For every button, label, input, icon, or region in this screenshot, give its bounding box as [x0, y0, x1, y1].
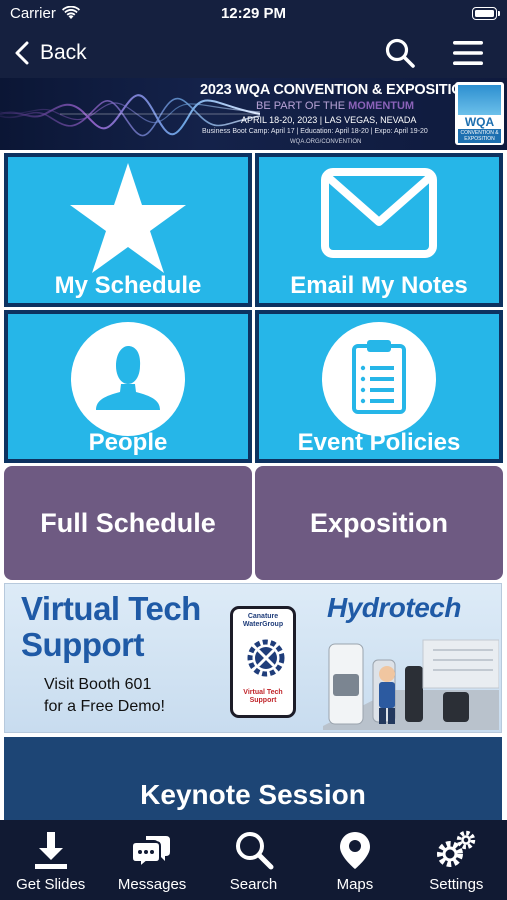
ad-phone-graphic: Canature WaterGroup Virtual Tech Support: [230, 606, 296, 718]
people-icon-circle: [71, 322, 185, 436]
ad-phone-caption: Virtual Tech Support: [243, 689, 283, 704]
banner-tagline-prefix: BE PART OF THE: [256, 100, 349, 112]
envelope-icon: [321, 168, 437, 258]
sponsor-ad-banner[interactable]: Virtual Tech Support Visit Booth 601 for…: [4, 583, 502, 733]
nav-bar: Back: [0, 28, 507, 78]
tab-search-label: Search: [229, 876, 278, 893]
event-policies-tile[interactable]: Event Policies: [255, 310, 503, 463]
wqa-logo-text: WQA: [464, 115, 495, 129]
banner-dates: APRIL 18-20, 2023 | LAS VEGAS, NEVADA: [241, 115, 417, 125]
wqa-logo-subtext: CONVENTION & EXPOSITION: [458, 129, 501, 143]
tab-get-slides[interactable]: Get Slides: [0, 820, 101, 900]
tab-settings[interactable]: Settings: [406, 820, 507, 900]
tab-messages-label: Messages: [117, 876, 187, 893]
banner-tagline: BE PART OF THE MOMENTUM: [256, 100, 414, 112]
ad-brand-logo: Hydrotech: [327, 592, 461, 623]
my-schedule-label: My Schedule: [54, 272, 202, 299]
battery-icon: [472, 7, 500, 20]
bottom-tab-bar: Get Slides Messages Search Maps Settings: [0, 820, 507, 900]
full-schedule-label: Full Schedule: [40, 507, 216, 538]
banner-url: WQA.ORG/CONVENTION: [290, 139, 362, 145]
my-schedule-tile[interactable]: My Schedule: [4, 153, 252, 307]
ad-phone-brand: Canature WaterGroup: [242, 613, 284, 628]
chevron-left-icon: [15, 41, 29, 65]
tab-maps[interactable]: Maps: [304, 820, 405, 900]
wqa-logo-graphic: [458, 85, 501, 115]
banner-schedule: Business Boot Camp: April 17 | Education…: [202, 128, 428, 135]
status-time: 12:29 PM: [220, 5, 287, 22]
ad-title-line1: Virtual Tech: [21, 590, 201, 627]
exposition-tile[interactable]: Exposition: [255, 466, 503, 580]
ad-visit-line1: Visit Booth 601: [44, 676, 152, 693]
search-icon: [235, 832, 274, 870]
convention-banner[interactable]: 2023 WQA CONVENTION & EXPOSITION BE PART…: [0, 78, 507, 150]
download-icon: [34, 832, 67, 869]
tab-get-slides-label: Get Slides: [16, 876, 86, 893]
status-bar: Carrier 12:29 PM: [0, 0, 507, 28]
search-icon[interactable]: [384, 37, 416, 69]
water-equipment-illustration: [323, 639, 499, 730]
back-label: Back: [40, 41, 87, 64]
people-tile[interactable]: People: [4, 310, 252, 463]
people-label: People: [88, 429, 168, 456]
person-icon: [96, 346, 160, 410]
full-schedule-tile[interactable]: Full Schedule: [4, 466, 252, 580]
tab-messages[interactable]: Messages: [101, 820, 202, 900]
banner-title: 2023 WQA CONVENTION & EXPOSITION: [200, 82, 473, 98]
back-button[interactable]: Back: [14, 37, 87, 69]
tab-search[interactable]: Search: [203, 820, 304, 900]
star-icon: [70, 163, 186, 273]
event-policies-label: Event Policies: [297, 429, 461, 456]
email-my-notes-tile[interactable]: Email My Notes: [255, 153, 503, 307]
tab-settings-label: Settings: [429, 876, 484, 893]
tab-maps-label: Maps: [336, 876, 374, 893]
messages-icon: [132, 836, 171, 870]
exposition-label: Exposition: [309, 507, 448, 538]
keynote-session-label: Keynote Session: [140, 779, 366, 810]
email-my-notes-label: Email My Notes: [290, 272, 468, 299]
wrench-gear-icon: [247, 639, 285, 677]
wqa-logo: WQA CONVENTION & EXPOSITION: [455, 82, 504, 145]
gears-icon: [437, 830, 476, 867]
clipboard-icon: [352, 340, 406, 414]
hamburger-menu-icon[interactable]: [451, 40, 485, 66]
ad-title-line2: Support: [21, 626, 144, 663]
event-policies-icon-circle: [322, 322, 436, 436]
ad-visit-line2: for a Free Demo!: [44, 698, 165, 715]
map-pin-icon: [339, 832, 370, 869]
banner-tagline-emphasis: MOMENTUM: [348, 100, 415, 112]
